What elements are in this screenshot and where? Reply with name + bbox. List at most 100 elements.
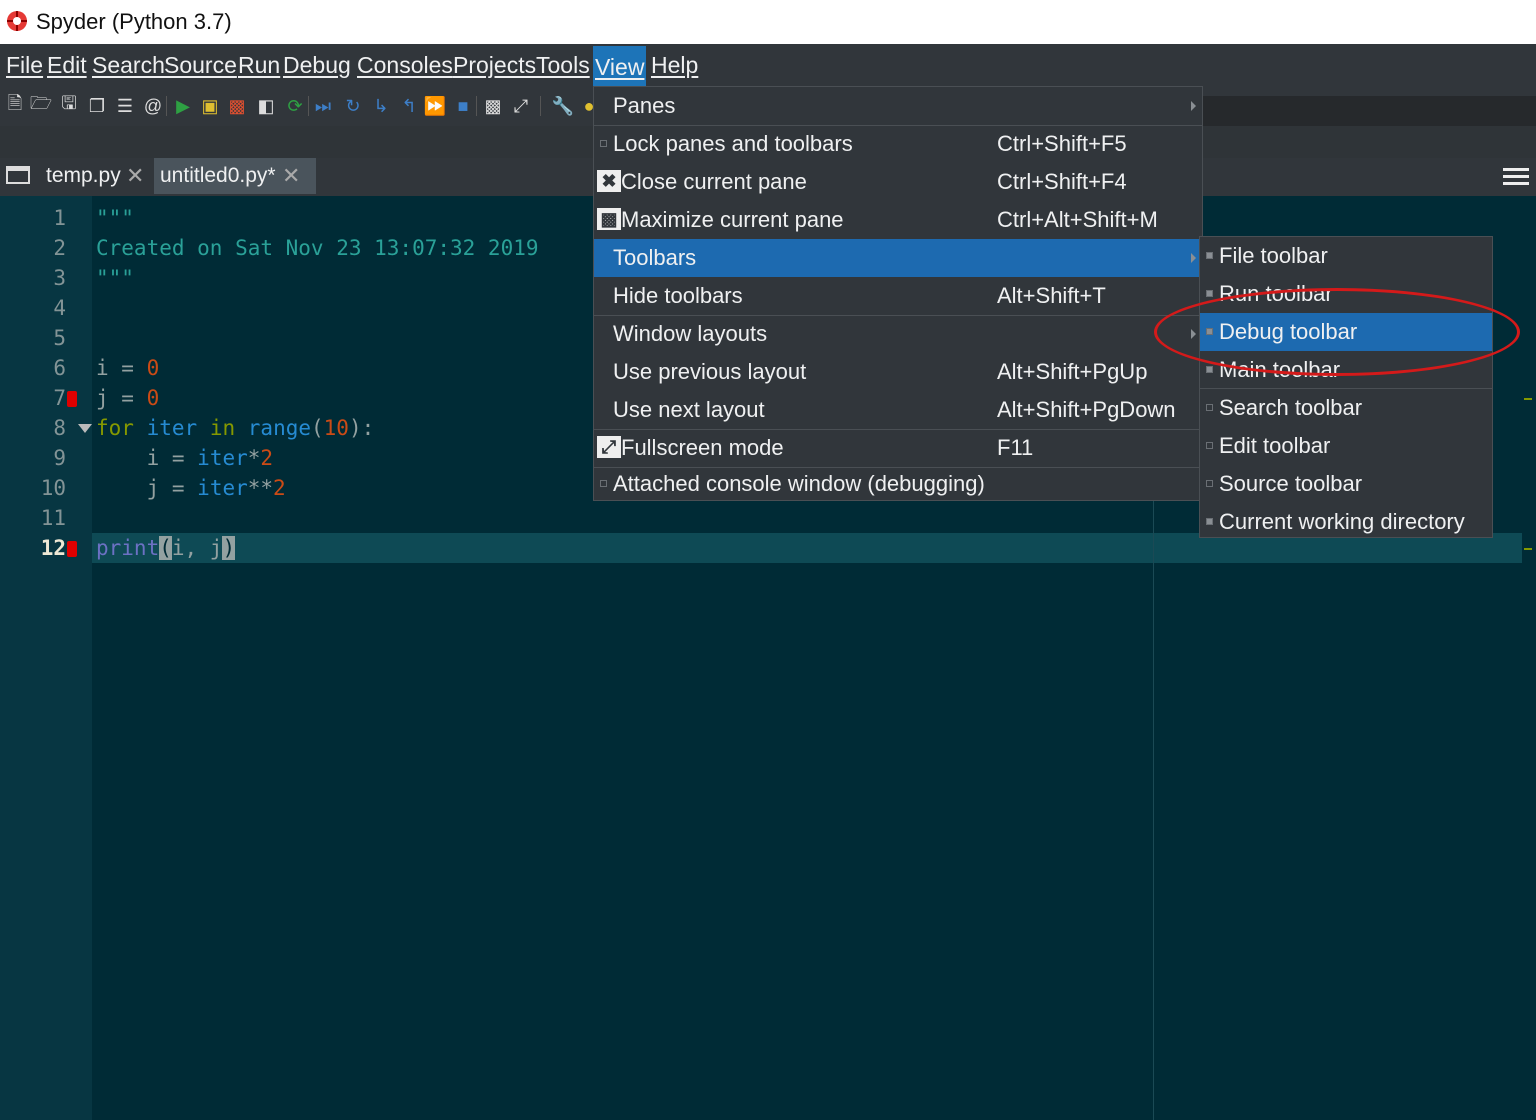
menu-item-lock-panes[interactable]: Lock panes and toolbars Ctrl+Shift+F5 <box>594 125 1202 163</box>
toolbar-separator <box>308 96 309 116</box>
save-icon[interactable]: 🖫 <box>58 93 80 117</box>
line-number: 8 <box>53 416 66 440</box>
code-line: Created on Sat Nov 23 13:07:32 2019 <box>96 236 539 260</box>
title-bar: Spyder (Python 3.7) <box>0 0 1536 44</box>
code-line: i = iter*2 <box>146 446 274 470</box>
checkbox-icon <box>600 480 607 487</box>
step-icon[interactable]: ↻ <box>342 95 364 117</box>
menu-view[interactable]: View <box>593 46 647 88</box>
close-icon[interactable]: ✕ <box>126 165 148 187</box>
checkbox-icon <box>1206 442 1213 449</box>
submenu-arrow-icon <box>1191 101 1196 111</box>
menu-source[interactable]: Source <box>164 52 237 79</box>
line-number: 4 <box>53 296 66 320</box>
menu-item-fullscreen[interactable]: ⤢ Fullscreen mode F11 <box>594 429 1202 467</box>
menu-bar: File Edit Search Source Run Debug Consol… <box>0 44 1536 88</box>
view-menu: Panes Lock panes and toolbars Ctrl+Shift… <box>593 86 1203 501</box>
menu-item-toolbars[interactable]: Toolbars <box>594 239 1202 277</box>
spyder-logo-icon <box>7 11 27 31</box>
menu-item-window-layouts[interactable]: Window layouts <box>594 315 1202 353</box>
code-line: i = 0 <box>96 356 160 380</box>
new-file-icon[interactable]: 🗎 <box>4 93 26 117</box>
close-icon[interactable]: ✕ <box>282 165 304 187</box>
checkbox-icon <box>1206 252 1213 259</box>
menu-file[interactable]: File <box>6 52 43 79</box>
code-line: for iter in range(10): <box>96 416 375 440</box>
line-number: 2 <box>53 236 66 260</box>
line-number: 7 <box>53 386 66 410</box>
tab-temp-py[interactable]: temp.py ✕ <box>40 158 158 194</box>
breakpoint-marker[interactable] <box>67 541 77 557</box>
menu-item-hide-toolbars[interactable]: Hide toolbars Alt+Shift+T <box>594 277 1202 315</box>
fullscreen-icon[interactable]: ⤢ <box>510 95 532 117</box>
options-menu-icon[interactable] <box>1503 164 1529 190</box>
submenu-item-working-directory[interactable]: Current working directory <box>1200 503 1492 541</box>
re-run-icon[interactable]: ⟳ <box>284 95 306 117</box>
tab-label: untitled0.py* <box>160 164 276 187</box>
tab-untitled0-py[interactable]: untitled0.py* ✕ <box>154 158 316 194</box>
toolbar-separator <box>476 96 477 116</box>
line-number: 10 <box>40 476 66 500</box>
line-number: 9 <box>53 446 66 470</box>
menu-item-panes[interactable]: Panes <box>594 87 1202 125</box>
run-cell-advance-icon[interactable]: ▩ <box>226 95 248 117</box>
code-line: """ <box>96 206 134 230</box>
menu-item-maximize-pane[interactable]: ▩ Maximize current pane Ctrl+Alt+Shift+M <box>594 201 1202 239</box>
tab-label: temp.py <box>46 164 121 187</box>
maximize-pane-icon[interactable]: ▩ <box>482 95 504 117</box>
debug-icon[interactable]: ⏭ <box>312 95 334 117</box>
line-number: 5 <box>53 326 66 350</box>
save-all-icon[interactable]: ❐ <box>86 95 108 117</box>
at-icon[interactable]: @ <box>142 95 164 117</box>
list-icon[interactable]: ☰ <box>114 95 136 117</box>
menu-projects[interactable]: Projects <box>453 52 536 79</box>
menu-search[interactable]: Search <box>92 52 165 79</box>
menu-item-close-pane[interactable]: ✖ Close current pane Ctrl+Shift+F4 <box>594 163 1202 201</box>
fold-arrow-icon[interactable] <box>78 424 92 433</box>
continue-icon[interactable]: ⏩ <box>424 95 446 117</box>
run-icon[interactable]: ▶ <box>172 95 194 117</box>
code-line: j = 0 <box>96 386 160 410</box>
code-line: print(i, j) <box>96 536 236 560</box>
preferences-icon[interactable]: 🔧 <box>552 95 574 117</box>
code-line: """ <box>96 266 134 290</box>
line-number-gutter: 1 2 3 4 5 6 7 8 9 10 11 12 <box>0 196 92 1120</box>
menu-debug[interactable]: Debug <box>283 52 351 79</box>
open-file-icon[interactable]: 🗁 <box>30 93 52 117</box>
step-into-icon[interactable]: ↳ <box>370 95 392 117</box>
breakpoint-marker[interactable] <box>67 391 77 407</box>
checkbox-icon <box>1206 404 1213 411</box>
toolbar-separator <box>166 96 167 116</box>
menu-item-next-layout[interactable]: Use next layout Alt+Shift+PgDown <box>594 391 1202 429</box>
submenu-item-edit-toolbar[interactable]: Edit toolbar <box>1200 427 1492 465</box>
checkbox-icon <box>1206 366 1213 373</box>
menu-item-attached-console[interactable]: Attached console window (debugging) <box>594 465 1202 503</box>
line-number: 12 <box>40 536 66 560</box>
scrollbar-marker <box>1524 398 1532 400</box>
checkbox-icon <box>1206 290 1213 297</box>
checkbox-icon <box>1206 480 1213 487</box>
browse-tabs-icon[interactable] <box>6 166 30 184</box>
submenu-item-source-toolbar[interactable]: Source toolbar <box>1200 465 1492 503</box>
scrollbar-marker <box>1524 548 1532 550</box>
menu-run[interactable]: Run <box>238 52 280 79</box>
checkbox-icon <box>1206 518 1213 525</box>
menu-edit[interactable]: Edit <box>47 52 87 79</box>
menu-item-previous-layout[interactable]: Use previous layout Alt+Shift+PgUp <box>594 353 1202 391</box>
submenu-arrow-icon <box>1191 253 1196 263</box>
step-return-icon[interactable]: ↰ <box>398 95 420 117</box>
stop-icon[interactable]: ■ <box>452 95 474 117</box>
line-number: 6 <box>53 356 66 380</box>
menu-help[interactable]: Help <box>651 52 698 79</box>
line-number: 3 <box>53 266 66 290</box>
toolbars-submenu: File toolbar Run toolbar Debug toolbar M… <box>1199 236 1493 538</box>
toolbar-separator <box>540 96 541 116</box>
line-number: 1 <box>53 206 66 230</box>
run-cell-icon[interactable]: ▣ <box>199 95 221 117</box>
menu-consoles[interactable]: Consoles <box>357 52 453 79</box>
checkbox-icon <box>600 140 607 147</box>
submenu-item-search-toolbar[interactable]: Search toolbar <box>1200 389 1492 427</box>
menu-tools[interactable]: Tools <box>536 52 590 79</box>
submenu-item-file-toolbar[interactable]: File toolbar <box>1200 237 1492 275</box>
run-selection-icon[interactable]: ◧ <box>255 95 277 117</box>
